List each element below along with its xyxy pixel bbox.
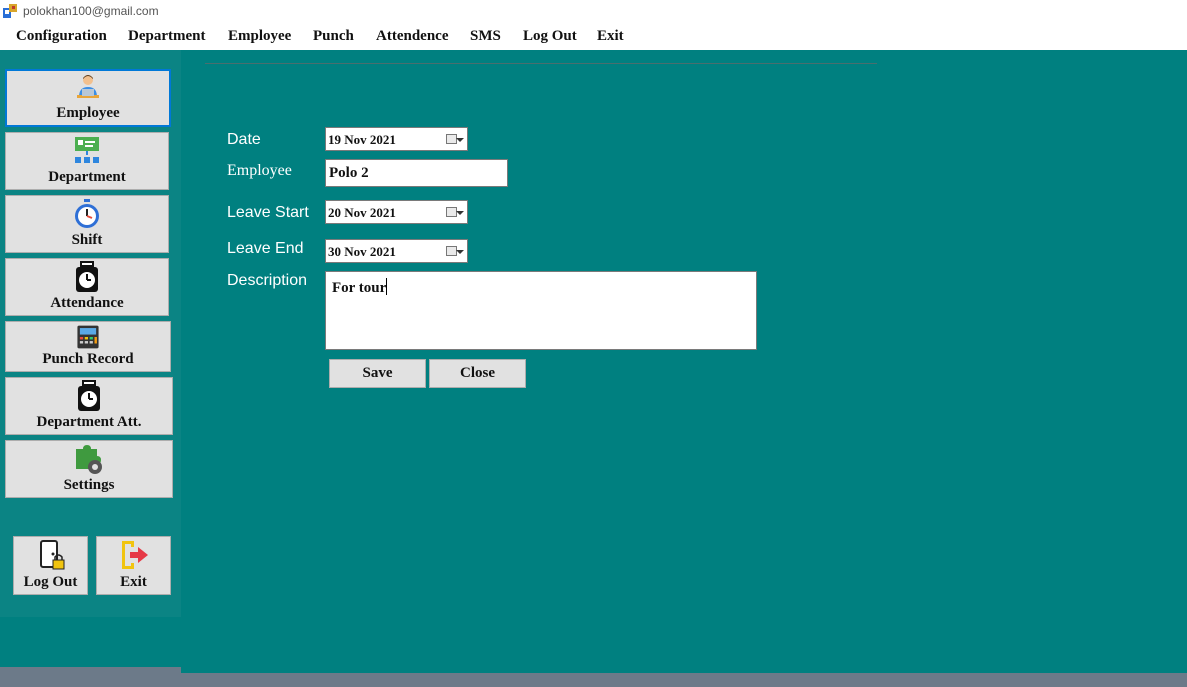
employee-icon — [77, 75, 99, 98]
description-field[interactable]: For tour — [325, 271, 757, 350]
leave-start-picker[interactable]: 20 Nov 2021 — [325, 200, 468, 224]
description-text: For tour — [332, 278, 388, 296]
divider-line — [205, 63, 877, 64]
menu-log-out[interactable]: Log Out — [523, 28, 577, 45]
date-picker[interactable]: 19 Nov 2021 — [325, 127, 468, 151]
employee-label: Employee — [227, 162, 292, 179]
chevron-down-icon — [456, 138, 464, 142]
sidebar-item-label: Attendance — [50, 295, 124, 311]
menu-bar: Configuration Department Employee Punch … — [0, 23, 1187, 50]
sidebar-item-label: Punch Record — [42, 351, 134, 367]
leave-start-value: 20 Nov 2021 — [328, 205, 396, 220]
logout-button[interactable]: Log Out — [13, 536, 88, 595]
logout-label: Log Out — [23, 574, 78, 590]
menu-attendence[interactable]: Attendence — [376, 28, 448, 45]
menu-exit[interactable]: Exit — [597, 28, 624, 45]
exit-label: Exit — [120, 574, 147, 590]
menu-department[interactable]: Department — [128, 28, 205, 45]
sidebar-item-department-att[interactable]: Department Att. — [5, 377, 173, 435]
leave-start-label: Leave Start — [227, 204, 309, 221]
window-title: polokhan100@gmail.com — [23, 4, 159, 18]
chevron-down-icon — [456, 211, 464, 215]
leave-end-value: 30 Nov 2021 — [328, 244, 396, 259]
time-clock-icon — [78, 380, 100, 411]
sidebar-item-label: Department — [48, 169, 126, 185]
menu-configuration[interactable]: Configuration — [16, 28, 107, 45]
exit-button[interactable]: Exit — [96, 536, 171, 595]
stopwatch-icon — [75, 199, 99, 228]
punch-machine-icon — [77, 325, 99, 349]
employee-field[interactable]: Polo 2 — [325, 159, 508, 187]
sidebar-item-department[interactable]: Department — [5, 132, 169, 190]
leave-end-picker[interactable]: 30 Nov 2021 — [325, 239, 468, 263]
menu-punch[interactable]: Punch — [313, 28, 354, 45]
menu-sms[interactable]: SMS — [470, 28, 501, 45]
chevron-down-icon — [456, 250, 464, 254]
puzzle-gear-icon — [76, 445, 102, 474]
date-label: Date — [227, 131, 261, 148]
sidebar-item-label: Department Att. — [36, 414, 142, 430]
app-icon — [3, 4, 17, 18]
sidebar: Employee Department Shift Attendance Pun… — [0, 50, 181, 617]
save-button[interactable]: Save — [329, 359, 426, 388]
sidebar-item-label: Shift — [71, 232, 103, 248]
time-clock-icon — [76, 261, 98, 292]
sidebar-item-punch-record[interactable]: Punch Record — [5, 321, 171, 372]
door-lock-icon — [39, 540, 64, 570]
sidebar-item-attendance[interactable]: Attendance — [5, 258, 169, 316]
department-icon — [75, 137, 99, 163]
text-caret — [386, 278, 388, 295]
status-strip-left — [0, 667, 181, 687]
description-label: Description — [227, 272, 308, 289]
leave-end-label: Leave End — [227, 240, 304, 257]
status-strip-right — [181, 673, 1187, 687]
date-value: 19 Nov 2021 — [328, 132, 396, 147]
employee-value: Polo 2 — [329, 165, 369, 181]
sidebar-item-label: Settings — [63, 477, 115, 493]
exit-icon — [121, 541, 148, 569]
sidebar-item-label: Employee — [56, 105, 120, 121]
sidebar-item-settings[interactable]: Settings — [5, 440, 173, 498]
menu-employee[interactable]: Employee — [228, 28, 291, 45]
close-button[interactable]: Close — [429, 359, 526, 388]
sidebar-item-employee[interactable]: Employee — [5, 69, 171, 127]
sidebar-item-shift[interactable]: Shift — [5, 195, 169, 253]
title-bar: polokhan100@gmail.com — [0, 0, 1187, 23]
